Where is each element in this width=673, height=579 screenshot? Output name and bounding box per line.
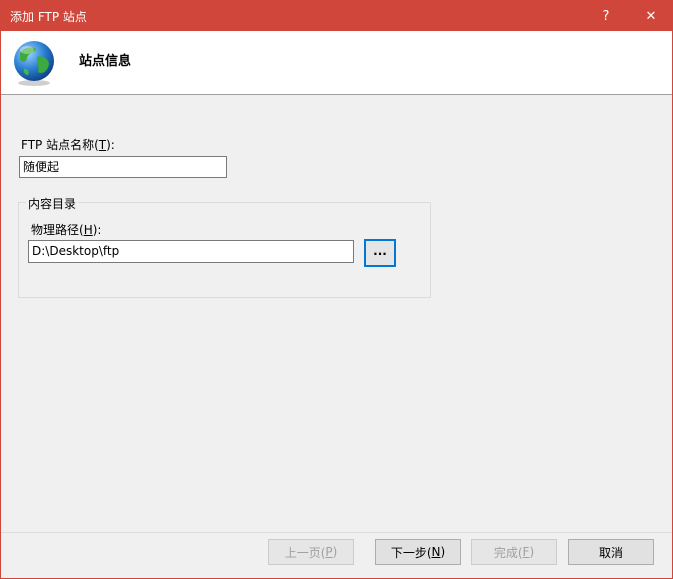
title-bar[interactable]: 添加 FTP 站点 ? ✕ — [1, 1, 672, 31]
window-title: 添加 FTP 站点 — [10, 10, 87, 24]
next-button[interactable]: 下一步(N) — [375, 539, 461, 565]
next-accesskey: N — [431, 545, 441, 559]
finish-button-label-end: ) — [529, 545, 535, 559]
browse-button[interactable]: ... — [364, 239, 396, 267]
site-name-label-end: ): — [106, 138, 115, 152]
content-directory-legend: 内容目录 — [26, 195, 79, 212]
next-button-label-end: ) — [440, 545, 446, 559]
help-button[interactable]: ? — [586, 1, 626, 31]
site-name-label: FTP 站点名称(T): — [21, 136, 115, 153]
page-title: 站点信息 — [79, 54, 132, 69]
previous-button-label-end: ) — [332, 545, 338, 559]
physical-path-accesskey: H — [83, 223, 93, 237]
physical-path-label-end: ): — [92, 223, 102, 237]
footer-divider — [1, 532, 672, 533]
site-name-input[interactable]: 随便起 — [19, 156, 227, 178]
cancel-button-label: 取消 — [598, 545, 623, 560]
previous-button-label: 上一页( — [284, 545, 326, 560]
cancel-button[interactable]: 取消 — [568, 539, 654, 565]
site-name-accesskey: T — [98, 138, 107, 152]
site-name-label-text: FTP 站点名称( — [21, 138, 99, 152]
physical-path-label-text: 物理路径( — [31, 223, 84, 237]
finish-button-label: 完成( — [493, 545, 523, 560]
previous-accesskey: P — [325, 545, 333, 559]
close-button[interactable]: ✕ — [631, 1, 671, 31]
physical-path-input[interactable]: D:\Desktop\ftp — [28, 240, 354, 263]
add-ftp-site-dialog: 添加 FTP 站点 ? ✕ 站点信息 FTP 站点名称(T): 随便起 内容目录 — [0, 0, 673, 579]
finish-button[interactable]: 完成(F) — [471, 539, 557, 565]
previous-button[interactable]: 上一页(P) — [268, 539, 354, 565]
wizard-header: 站点信息 — [1, 31, 672, 95]
next-button-label: 下一步( — [390, 545, 432, 560]
finish-accesskey: F — [522, 545, 530, 559]
physical-path-label: 物理路径(H): — [31, 221, 101, 238]
globe-icon — [14, 41, 54, 86]
